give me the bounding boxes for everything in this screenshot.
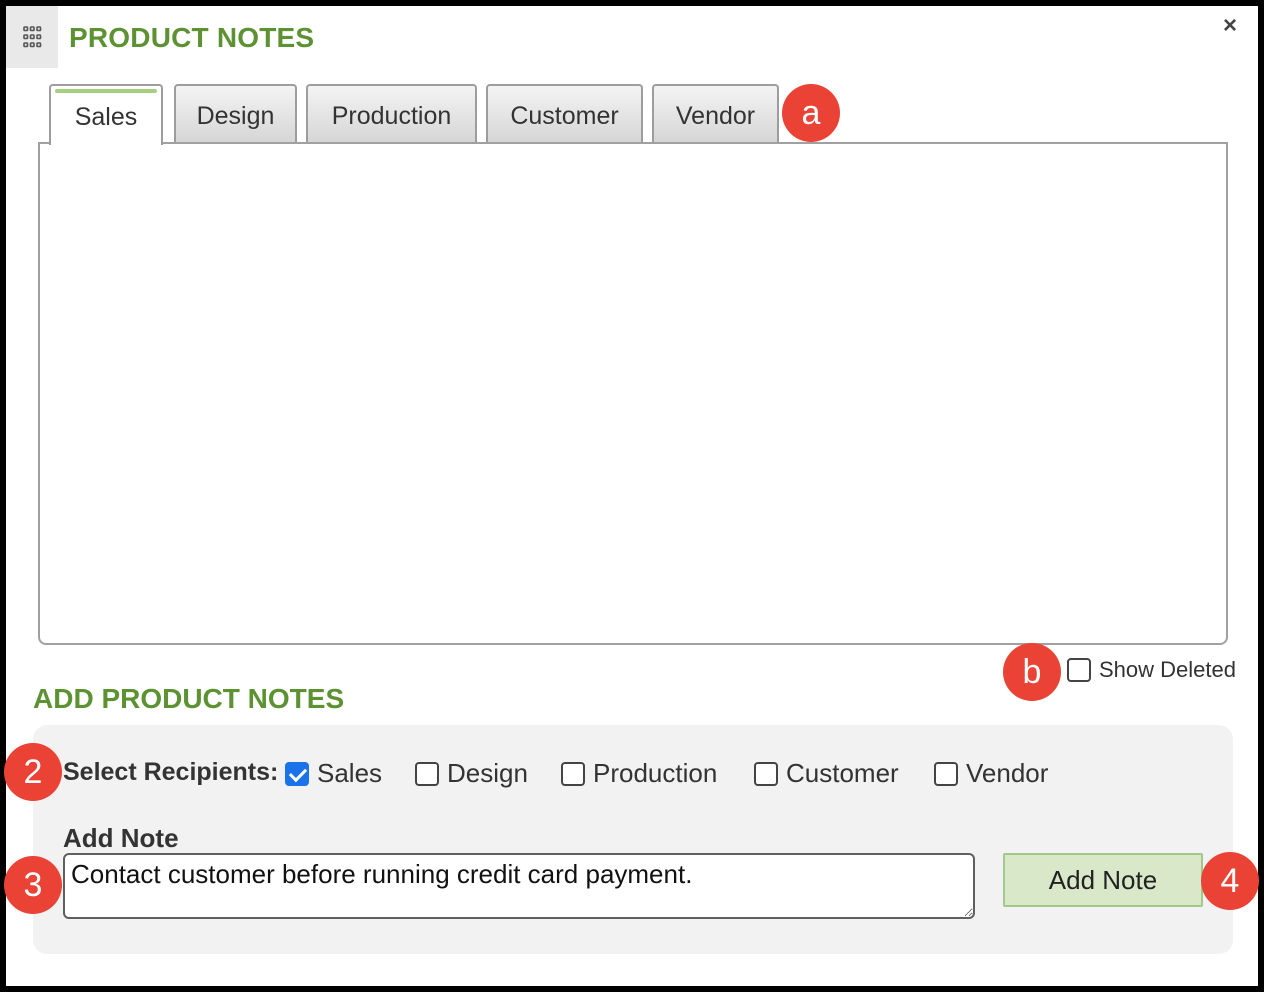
tab-label: Design xyxy=(196,101,275,130)
tab-label: Sales xyxy=(74,103,138,131)
add-note-button[interactable]: Add Note xyxy=(1003,853,1203,907)
recipient-label: Customer xyxy=(786,758,899,788)
recipient-checkbox[interactable] xyxy=(561,761,585,786)
notes-list-panel xyxy=(38,142,1228,645)
callout-3: 3 xyxy=(4,856,62,914)
product-notes-dialog: PRODUCT NOTES × Sales Design Production … xyxy=(4,6,1259,986)
show-deleted-label: Show Deleted xyxy=(1099,657,1236,682)
recipient-vendor[interactable]: Vendor xyxy=(934,758,1048,789)
recipient-checkbox[interactable] xyxy=(934,761,958,786)
add-note-label: Add Note xyxy=(63,823,179,853)
tab-production[interactable]: Production xyxy=(306,84,477,142)
dialog-title: PRODUCT NOTES xyxy=(69,22,315,53)
recipient-label: Sales xyxy=(317,758,383,788)
recipient-checkbox[interactable] xyxy=(285,761,309,786)
drag-handle[interactable] xyxy=(6,6,58,68)
recipient-checkbox[interactable] xyxy=(754,761,778,786)
tab-label: Vendor xyxy=(675,101,756,130)
callout-a: a xyxy=(782,84,840,142)
grid-dots-icon xyxy=(23,26,42,48)
show-deleted-checkbox[interactable] xyxy=(1067,658,1091,682)
recipient-label: Design xyxy=(447,758,528,788)
tab-design[interactable]: Design xyxy=(174,84,297,142)
note-textarea[interactable]: Contact customer before running credit c… xyxy=(63,853,975,919)
show-deleted-toggle[interactable]: Show Deleted xyxy=(1067,657,1236,683)
recipient-checkbox[interactable] xyxy=(415,761,439,786)
recipient-customer[interactable]: Customer xyxy=(754,758,899,789)
recipient-production[interactable]: Production xyxy=(561,758,717,789)
callout-2: 2 xyxy=(4,743,62,801)
recipients-label: Select Recipients: xyxy=(63,758,279,786)
tab-vendor[interactable]: Vendor xyxy=(652,84,779,142)
tab-label: Customer xyxy=(510,101,619,130)
tab-customer[interactable]: Customer xyxy=(486,84,643,142)
recipient-label: Vendor xyxy=(966,758,1049,788)
close-icon[interactable]: × xyxy=(1218,14,1242,38)
callout-4: 4 xyxy=(1201,852,1259,910)
tab-label: Production xyxy=(331,101,452,130)
recipient-label: Production xyxy=(593,758,718,788)
tab-sales[interactable]: Sales xyxy=(49,84,163,145)
add-notes-heading: ADD PRODUCT NOTES xyxy=(33,683,345,714)
recipient-sales[interactable]: Sales xyxy=(285,758,382,789)
recipient-design[interactable]: Design xyxy=(415,758,528,789)
callout-b: b xyxy=(1003,643,1061,701)
